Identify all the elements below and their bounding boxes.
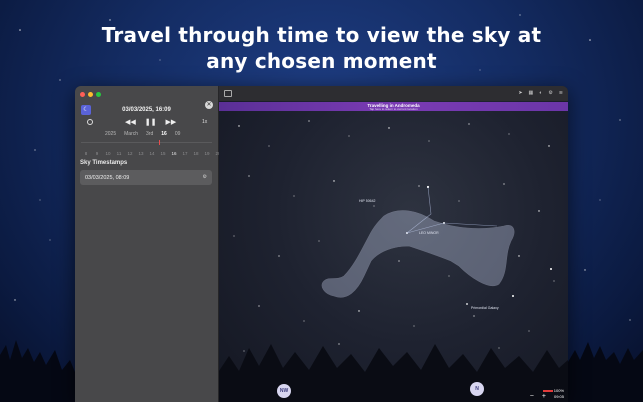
battery-icon	[542, 390, 553, 392]
pause-button[interactable]: ❚❚	[145, 118, 157, 126]
rewind-button[interactable]: ◀◀	[125, 118, 136, 126]
headline-line-2: any chosen moment	[206, 49, 437, 73]
zoom-window-button[interactable]	[96, 92, 101, 97]
constellation-figure	[321, 210, 515, 298]
hour-label[interactable]: 17	[182, 151, 188, 156]
hour-label[interactable]: 11	[116, 151, 122, 156]
sidebar: ✕ ☾ 03/03/2025, 16:09 ◀◀ ❚❚ ▶▶ 1x 2025 M…	[75, 86, 221, 402]
hour-label[interactable]: 13	[138, 151, 144, 156]
year-picker[interactable]: 2025	[105, 131, 116, 137]
app-window: ✕ ☾ 03/03/2025, 16:09 ◀◀ ❚❚ ▶▶ 1x 2025 M…	[75, 86, 568, 402]
star-label-hip[interactable]: HIP 50642	[359, 199, 376, 203]
hour-label[interactable]: 12	[127, 151, 133, 156]
hour-label[interactable]: 14	[149, 151, 155, 156]
constellation-label[interactable]: LEO MINOR	[419, 231, 439, 235]
hour-picker[interactable]: 16	[161, 131, 167, 137]
headline: Travel through time to view the sky at a…	[0, 22, 643, 74]
time-slider-marker[interactable]	[159, 140, 160, 145]
hud-top-value: 100%	[553, 388, 564, 393]
minimize-window-button[interactable]	[88, 92, 93, 97]
current-datetime: 03/03/2025, 16:09	[122, 107, 171, 113]
object-label[interactable]: Primordial Galaxy	[471, 306, 499, 310]
close-window-button[interactable]	[80, 92, 85, 97]
section-title: Sky Timestamps	[80, 160, 128, 166]
compass-n-icon[interactable]: N	[470, 382, 484, 396]
headline-line-1: Travel through time to view the sky at	[101, 23, 542, 47]
hour-label[interactable]: 19	[204, 151, 210, 156]
hour-scale: 8 9 10 11 12 13 14 15 16 17 18 19 20	[83, 151, 221, 156]
sky-view[interactable]: ➤ ▦ ◐ ⚙ ≋ Travelling in Andromeda Tap he…	[219, 86, 568, 402]
hud-bottom-value: 09:05	[553, 394, 564, 399]
month-picker[interactable]: March	[124, 131, 138, 137]
hour-label[interactable]: 9	[94, 151, 100, 156]
date-picker: 2025 March 3rd 16 09	[105, 131, 180, 137]
minute-picker[interactable]: 09	[175, 131, 181, 137]
compass-nw-icon[interactable]: NW	[277, 384, 291, 398]
reset-time-icon[interactable]	[87, 119, 93, 125]
timestamp-row[interactable]: 03/03/2025, 08:09 ⚙	[80, 170, 212, 185]
speed-button[interactable]: 1x	[202, 119, 207, 125]
hour-label[interactable]: 18	[193, 151, 199, 156]
fast-forward-button[interactable]: ▶▶	[166, 118, 177, 126]
zoom-in-button[interactable]: +	[542, 393, 546, 400]
hour-label[interactable]: 10	[105, 151, 111, 156]
sky-map: HIP 50642 LEO MINOR Primordial Galaxy	[219, 120, 568, 402]
hour-label[interactable]: 8	[83, 151, 89, 156]
gear-icon[interactable]: ⚙	[203, 174, 207, 180]
time-slider-track[interactable]	[81, 142, 212, 143]
hud: 100% − +09:05	[530, 388, 564, 400]
playback-controls: ◀◀ ❚❚ ▶▶	[125, 118, 176, 126]
hour-label[interactable]: 15	[160, 151, 166, 156]
window-controls	[80, 92, 101, 97]
day-picker[interactable]: 3rd	[146, 131, 153, 137]
timestamp-value: 03/03/2025, 08:09	[85, 175, 130, 181]
hour-label-selected[interactable]: 16	[171, 151, 177, 156]
zoom-out-button[interactable]: −	[530, 393, 534, 400]
